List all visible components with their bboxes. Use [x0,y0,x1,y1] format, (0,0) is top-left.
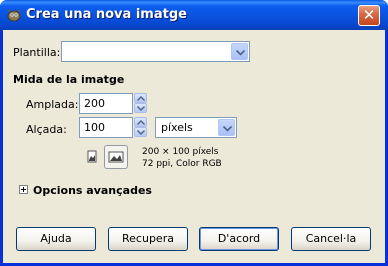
template-label: Plantilla: [13,46,61,59]
portrait-icon [83,150,101,170]
window-title: Crea una nova imatge [26,7,187,22]
height-decrement-button[interactable] [134,127,147,137]
chevron-down-icon[interactable] [218,119,235,136]
dialog-body: Plantilla: Mida de la imatge Amplada: 20… [3,30,385,263]
unit-combo[interactable]: píxels [155,117,237,138]
width-label: Amplada: [26,98,79,111]
help-button[interactable]: Ajuda [16,227,96,251]
image-size-info: 200 × 100 píxels [142,147,219,157]
gimp-icon [6,7,22,23]
reset-button[interactable]: Recupera [108,227,188,251]
image-resolution-info: 72 ppi, Color RGB [142,159,222,169]
close-button[interactable]: ✕ [358,5,380,26]
unit-value: píxels [161,121,193,134]
cancel-button[interactable]: Cancel·la [291,227,371,251]
height-spinner[interactable] [134,117,147,138]
template-combo[interactable] [61,41,250,62]
dialog-window: Crea una nova imatge ✕ Plantilla: Mida d… [0,0,388,266]
advanced-expander[interactable] [19,185,28,194]
width-decrement-button[interactable] [134,103,147,113]
height-value: 100 [84,121,105,134]
height-increment-button[interactable] [134,117,147,127]
portrait-button[interactable] [83,147,101,167]
title-bar[interactable]: Crea una nova imatge ✕ [0,0,388,30]
height-label: Alçada: [26,123,67,136]
width-input[interactable]: 200 [79,93,133,114]
height-input[interactable]: 100 [79,117,133,138]
landscape-button[interactable] [104,145,128,169]
ok-button[interactable]: D'acord [199,227,279,251]
width-value: 200 [84,97,105,110]
plus-icon [21,187,26,192]
image-size-heading: Mida de la imatge [13,73,125,86]
landscape-icon [105,151,127,171]
width-spinner[interactable] [134,93,147,114]
advanced-options-label[interactable]: Opcions avançades [33,184,152,197]
width-increment-button[interactable] [134,93,147,103]
close-icon: ✕ [362,6,376,24]
chevron-down-icon[interactable] [231,43,248,60]
